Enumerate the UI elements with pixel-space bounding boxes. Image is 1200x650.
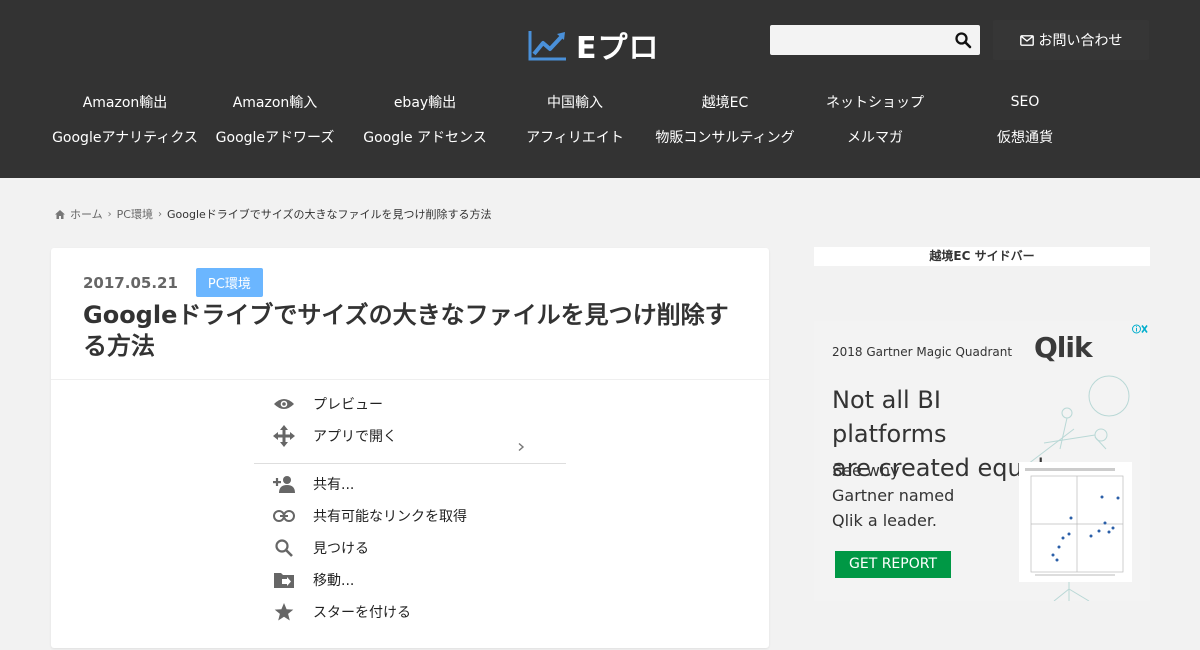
nav-item-google-analytics[interactable]: Googleアナリティクス <box>50 127 200 147</box>
article-card: 2017.05.21 PC環境 Googleドライブでサイズの大きなファイルを見… <box>51 248 769 648</box>
logo-text: Eプロ <box>576 31 660 66</box>
ad-top-line: 2018 Gartner Magic Quadrant <box>832 345 1013 359</box>
envelope-icon <box>1019 34 1034 46</box>
qlik-brand: Qlik <box>1034 331 1093 364</box>
contact-button[interactable]: お問い合わせ <box>993 20 1149 60</box>
ad-subtext-line-1: See why <box>832 461 900 480</box>
nav-item-sales-consulting[interactable]: 物販コンサルティング <box>650 127 800 147</box>
category-badge[interactable]: PC環境 <box>195 268 263 297</box>
menu-item-label: 移動... <box>313 573 355 589</box>
nav-item-amazon-import[interactable]: Amazon輸入 <box>200 92 350 112</box>
report-thumbnail <box>1019 462 1132 582</box>
chevron-right-icon <box>518 442 525 452</box>
context-menu-screenshot: プレビュー アプリで開く 共有... 共有可能なリンクを取得 見つける 移動..… <box>254 390 566 650</box>
home-icon <box>55 209 65 219</box>
menu-divider <box>254 463 566 464</box>
ad-info-close-icon[interactable] <box>1132 323 1148 337</box>
nav-item-ebay-export[interactable]: ebay輸出 <box>350 92 500 112</box>
divider <box>51 379 769 380</box>
menu-item-move: 移動... <box>270 566 354 594</box>
menu-item-label: プレビュー <box>313 397 383 413</box>
nav-item-net-shop[interactable]: ネットショップ <box>800 92 950 112</box>
trend-chart-icon <box>528 31 566 61</box>
nav-item-google-adsense[interactable]: Google アドセンス <box>350 127 500 147</box>
nav-item-seo[interactable]: SEO <box>950 94 1100 110</box>
nav-item-cross-border-ec[interactable]: 越境EC <box>650 92 800 112</box>
search-input[interactable] <box>770 25 945 55</box>
search-icon <box>270 536 298 560</box>
nav-row-1: Amazon輸出 Amazon輸入 ebay輸出 中国輸入 越境EC ネットショ… <box>50 84 1150 119</box>
article-meta: 2017.05.21 PC環境 <box>83 268 263 297</box>
get-report-button[interactable]: GET REPORT <box>835 551 951 578</box>
search-icon[interactable] <box>954 31 972 49</box>
menu-item-label: アプリで開く <box>313 429 397 445</box>
menu-item-find: 見つける <box>270 534 369 562</box>
nav-item-affiliate[interactable]: アフィリエイト <box>500 127 650 147</box>
menu-item-label: スターを付ける <box>313 605 411 621</box>
ad-subtext-line-2: Gartner named <box>832 486 955 505</box>
contact-label: お問い合わせ <box>1038 33 1123 49</box>
menu-item-label: 共有可能なリンクを取得 <box>313 509 467 525</box>
magic-quadrant-thumbnail-icon <box>1025 468 1124 576</box>
menu-item-get-link: 共有可能なリンクを取得 <box>270 502 467 530</box>
move-arrows-icon <box>270 424 298 448</box>
menu-item-preview: プレビュー <box>270 390 383 418</box>
site-header: Eプロ お問い合わせ Amazon輸出 Amazon輸入 ebay輸出 中国輸入… <box>0 0 1200 178</box>
menu-item-share: 共有... <box>270 470 354 498</box>
nav-item-mail-magazine[interactable]: メルマガ <box>800 127 950 147</box>
breadcrumb-category[interactable]: PC環境 <box>117 206 153 222</box>
global-nav: Amazon輸出 Amazon輸入 ebay輸出 中国輸入 越境EC ネットショ… <box>50 84 1150 154</box>
menu-item-label: 共有... <box>313 477 355 493</box>
nav-item-china-import[interactable]: 中国輸入 <box>500 92 650 112</box>
eye-icon <box>270 392 298 416</box>
breadcrumb-current: Googleドライブでサイズの大きなファイルを見つけ削除する方法 <box>167 208 492 221</box>
qlik-logo: Qlik <box>1034 331 1093 364</box>
site-logo[interactable]: Eプロ <box>528 26 660 66</box>
person-add-icon <box>270 472 298 496</box>
nav-item-crypto[interactable]: 仮想通貨 <box>950 127 1100 147</box>
ad-headline-line-1: Not all BI platforms <box>832 386 947 448</box>
chevron-right-icon: › <box>158 208 162 220</box>
star-icon <box>270 600 298 624</box>
sidebar-ad[interactable]: 2018 Gartner Magic Quadrant Qlik Not all… <box>814 321 1150 601</box>
nav-item-amazon-export[interactable]: Amazon輸出 <box>50 92 200 112</box>
chevron-right-icon: › <box>107 208 112 220</box>
menu-item-open-with: アプリで開く <box>270 422 397 450</box>
breadcrumb: ホーム › PC環境 › Googleドライブでサイズの大きなファイルを見つけ削… <box>55 206 491 222</box>
article-title: Googleドライブでサイズの大きなファイルを見つけ削除する方法 <box>83 301 729 360</box>
ad-subtext: See why Gartner named Qlik a leader. <box>832 458 992 533</box>
search-box <box>770 25 980 55</box>
link-icon <box>270 504 298 528</box>
nav-row-2: Googleアナリティクス Googleアドワーズ Google アドセンス ア… <box>50 119 1150 154</box>
ad-subtext-line-3: Qlik a leader. <box>832 511 938 530</box>
breadcrumb-home[interactable]: ホーム <box>70 206 103 222</box>
sidebar-title: 越境EC サイドバー <box>814 247 1150 266</box>
menu-item-star: スターを付ける <box>270 598 411 626</box>
menu-item-label: 見つける <box>313 541 369 557</box>
article-date: 2017.05.21 <box>83 273 178 292</box>
folder-move-icon <box>270 568 298 592</box>
nav-item-google-adwords[interactable]: Googleアドワーズ <box>200 127 350 147</box>
